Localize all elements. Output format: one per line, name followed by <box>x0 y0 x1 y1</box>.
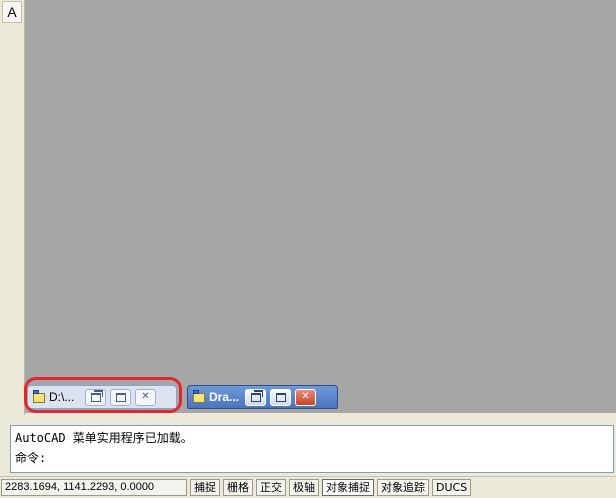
text-tool-label: A <box>7 4 17 20</box>
command-window: AutoCAD 菜单实用程序已加载。 命令: <box>0 415 616 476</box>
drawing-workspace <box>25 0 616 413</box>
ducs-toggle[interactable]: DUCS <box>432 479 472 496</box>
ortho-toggle[interactable]: 正交 <box>256 479 286 496</box>
maximize-button[interactable] <box>270 388 291 406</box>
restore-icon <box>250 389 263 402</box>
command-history-line: AutoCAD 菜单实用程序已加载。 <box>15 431 193 445</box>
grid-toggle[interactable]: 栅格 <box>223 479 253 496</box>
window-title: Dra... <box>209 390 240 404</box>
maximize-icon <box>275 392 286 402</box>
drawing-file-icon <box>192 390 206 404</box>
minimized-drawing-window-2[interactable]: Dra... ✕ <box>187 385 338 409</box>
close-button[interactable]: ✕ <box>295 388 316 406</box>
highlight-annotation-ring <box>24 377 182 413</box>
otrack-toggle[interactable]: 对象追踪 <box>377 479 429 496</box>
command-prompt[interactable]: 命令: <box>15 449 46 466</box>
coordinate-readout[interactable]: 2283.1694, 1141.2293, 0.0000 <box>1 479 187 496</box>
osnap-toggle[interactable]: 对象捕捉 <box>322 479 374 496</box>
draw-toolbar: A <box>0 0 25 415</box>
close-icon: ✕ <box>301 391 310 402</box>
restore-button[interactable] <box>245 388 266 406</box>
command-line-box[interactable]: AutoCAD 菜单实用程序已加载。 命令: <box>10 425 614 473</box>
text-tool-button[interactable]: A <box>2 1 22 23</box>
status-bar: 2283.1694, 1141.2293, 0.0000 捕捉 栅格 正交 极轴… <box>0 476 616 498</box>
snap-toggle[interactable]: 捕捉 <box>190 479 220 496</box>
polar-toggle[interactable]: 极轴 <box>289 479 319 496</box>
